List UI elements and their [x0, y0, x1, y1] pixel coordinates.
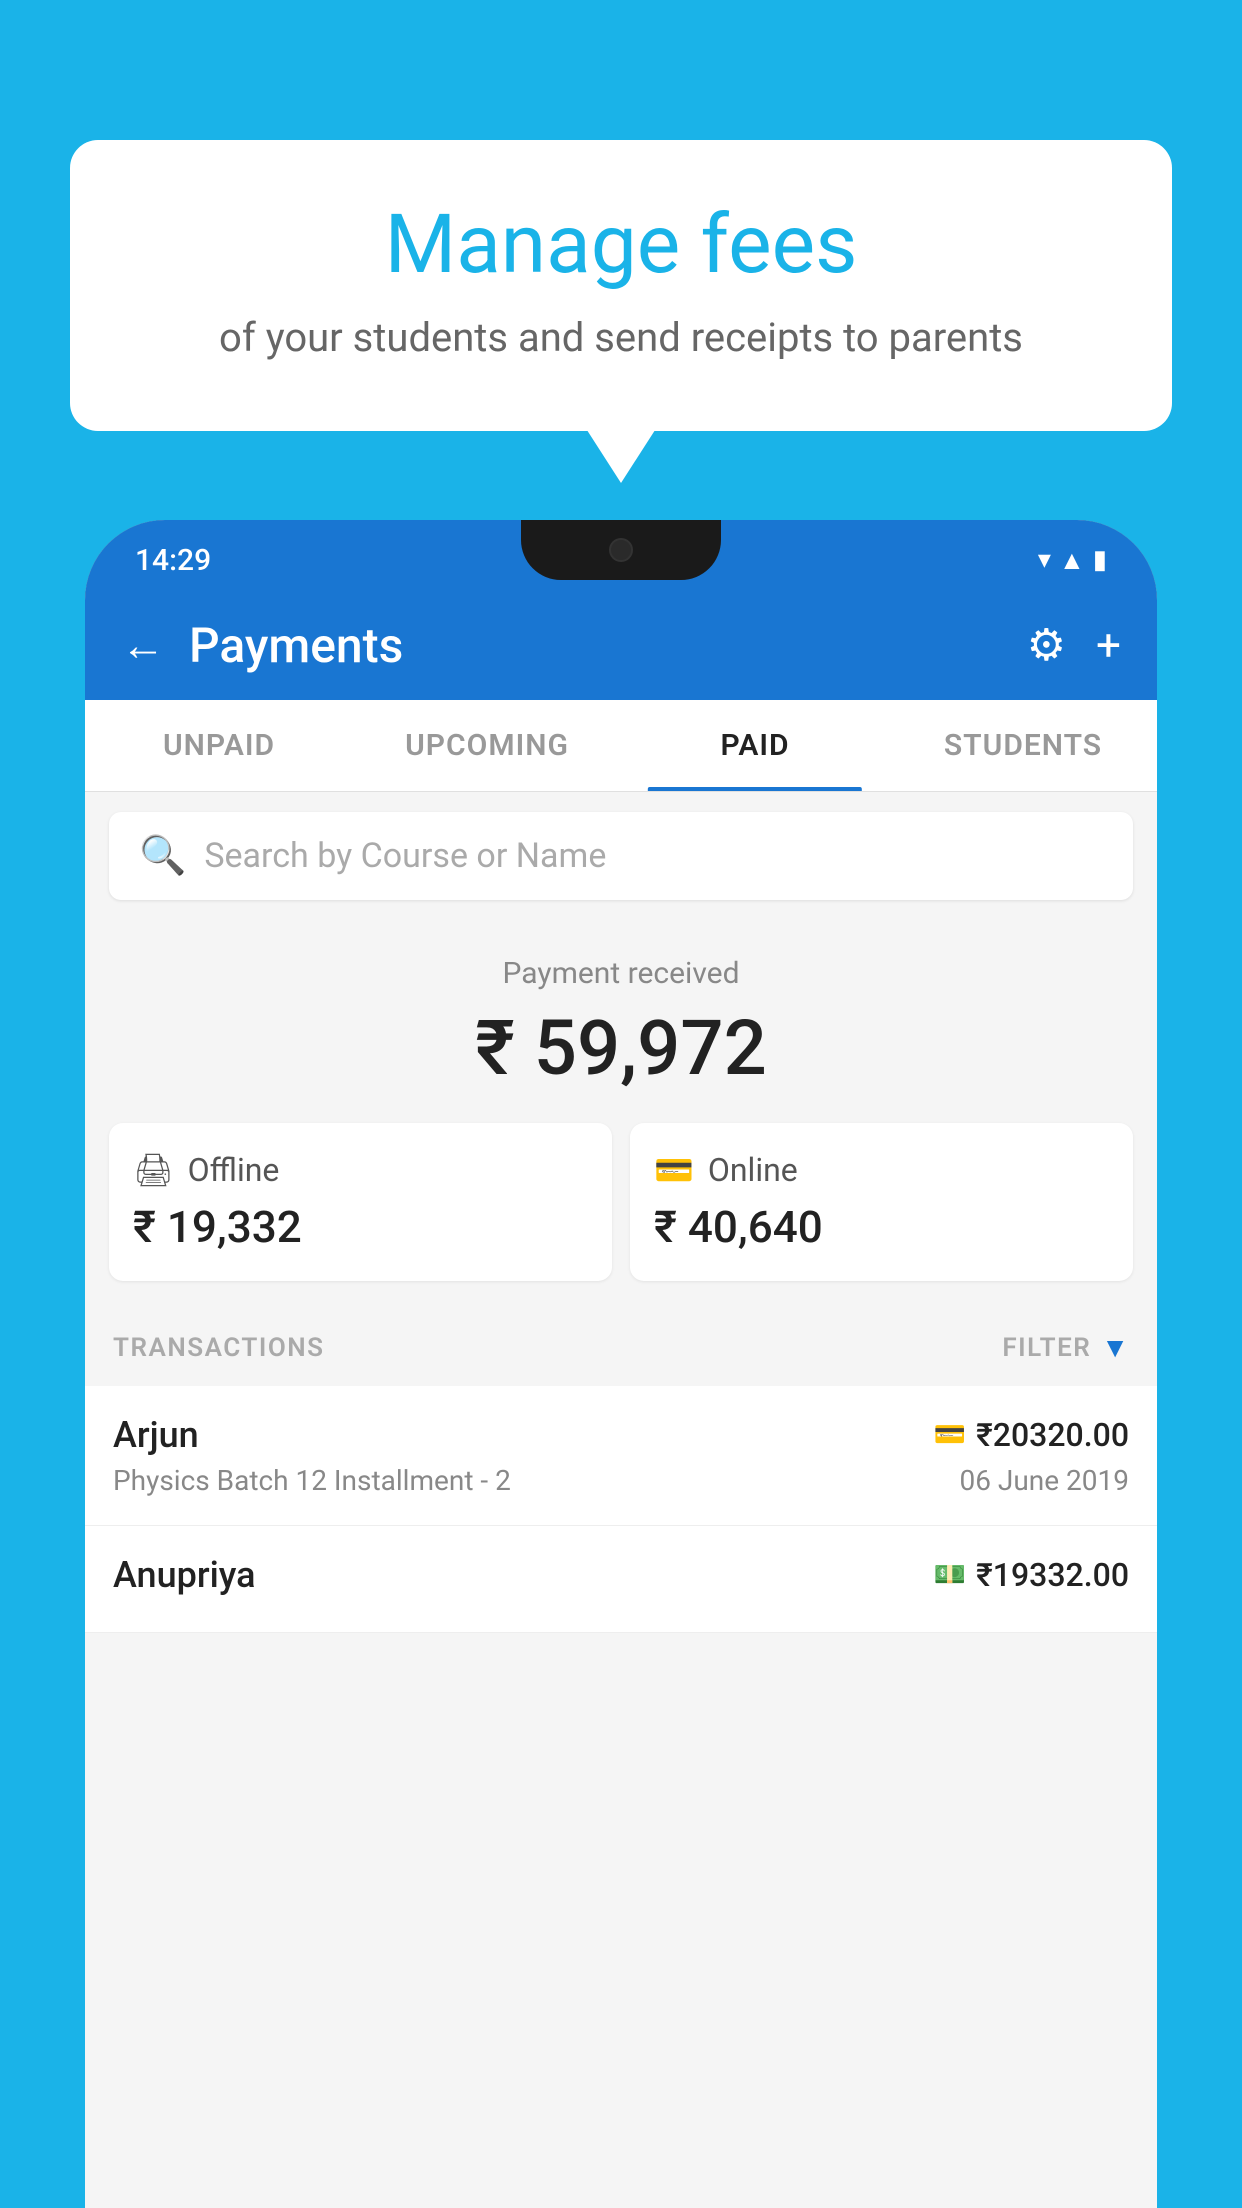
back-button[interactable]: ← — [121, 619, 165, 671]
toolbar-icons: ⚙ + — [1027, 619, 1121, 671]
offline-card: 🖨 Offline ₹ 19,332 — [109, 1123, 612, 1281]
payment-received-label: Payment received — [85, 956, 1157, 991]
tabs-container: UNPAID UPCOMING PAID STUDENTS — [85, 700, 1157, 792]
app-content: 🔍 Search by Course or Name Payment recei… — [85, 792, 1157, 1633]
online-amount: ₹ 40,640 — [654, 1201, 1109, 1253]
transaction-top: Anupriya 💵 ₹19332.00 — [113, 1554, 1129, 1596]
wifi-icon: ▾ — [1038, 545, 1051, 575]
transaction-course: Physics Batch 12 Installment - 2 — [113, 1464, 511, 1497]
signal-icon: ▲ — [1059, 545, 1085, 576]
inner-screen: 14:29 ▾ ▲ ▮ ← Payments ⚙ + UNPAID — [85, 520, 1157, 2208]
phone-container: 14:29 ▾ ▲ ▮ ← Payments ⚙ + UNPAID — [85, 520, 1157, 2208]
transaction-row[interactable]: Arjun 💳 ₹20320.00 Physics Batch 12 Insta… — [85, 1386, 1157, 1526]
app-bar: ← Payments ⚙ + — [85, 590, 1157, 700]
phone-notch — [521, 520, 721, 580]
settings-icon[interactable]: ⚙ — [1027, 619, 1066, 671]
offline-label: Offline — [188, 1151, 280, 1189]
bubble-subtitle: of your students and send receipts to pa… — [150, 314, 1092, 361]
filter-label: FILTER — [1002, 1333, 1091, 1363]
offline-icon: 🖨 — [133, 1151, 174, 1189]
online-card: 💳 Online ₹ 40,640 — [630, 1123, 1133, 1281]
phone-frame: 14:29 ▾ ▲ ▮ ← Payments ⚙ + UNPAID — [85, 520, 1157, 2208]
online-card-header: 💳 Online — [654, 1151, 1109, 1189]
status-time: 14:29 — [135, 543, 211, 578]
transaction-top: Arjun 💳 ₹20320.00 — [113, 1414, 1129, 1456]
tab-paid[interactable]: PAID — [621, 700, 889, 791]
online-label: Online — [708, 1151, 798, 1189]
transaction-method-icon: 💳 — [934, 1420, 966, 1450]
payment-summary: Payment received ₹ 59,972 — [85, 920, 1157, 1123]
payment-cards: 🖨 Offline ₹ 19,332 💳 Online ₹ 40,640 — [85, 1123, 1157, 1309]
search-bar[interactable]: 🔍 Search by Course or Name — [109, 812, 1133, 900]
add-icon[interactable]: + — [1096, 619, 1121, 671]
filter-button[interactable]: FILTER ▼ — [1002, 1331, 1129, 1364]
app-title: Payments — [189, 617, 1003, 674]
transaction-amount: ₹19332.00 — [976, 1556, 1129, 1594]
offline-amount: ₹ 19,332 — [133, 1201, 588, 1253]
speech-bubble-container: Manage fees of your students and send re… — [70, 140, 1172, 431]
online-icon: 💳 — [654, 1151, 694, 1189]
payment-total-amount: ₹ 59,972 — [85, 1003, 1157, 1093]
bubble-title: Manage fees — [150, 200, 1092, 290]
transactions-label: TRANSACTIONS — [113, 1333, 325, 1363]
transaction-name: Anupriya — [113, 1554, 256, 1596]
phone-camera — [609, 538, 633, 562]
battery-icon: ▮ — [1093, 545, 1107, 575]
tab-upcoming[interactable]: UPCOMING — [353, 700, 621, 791]
speech-bubble: Manage fees of your students and send re… — [70, 140, 1172, 431]
search-input-placeholder[interactable]: Search by Course or Name — [204, 836, 606, 876]
transaction-amount: ₹20320.00 — [976, 1416, 1129, 1454]
transaction-row[interactable]: Anupriya 💵 ₹19332.00 — [85, 1526, 1157, 1633]
offline-card-header: 🖨 Offline — [133, 1151, 588, 1189]
transaction-date: 06 June 2019 — [959, 1464, 1129, 1497]
transaction-method-icon: 💵 — [934, 1560, 966, 1590]
search-icon: 🔍 — [139, 834, 186, 878]
transactions-header: TRANSACTIONS FILTER ▼ — [85, 1309, 1157, 1386]
status-icons: ▾ ▲ ▮ — [1038, 545, 1107, 576]
tab-unpaid[interactable]: UNPAID — [85, 700, 353, 791]
transaction-name: Arjun — [113, 1414, 199, 1456]
transaction-amount-wrap: 💵 ₹19332.00 — [934, 1556, 1129, 1594]
tab-students[interactable]: STUDENTS — [889, 700, 1157, 791]
transaction-amount-wrap: 💳 ₹20320.00 — [934, 1416, 1129, 1454]
transaction-bottom: Physics Batch 12 Installment - 2 06 June… — [113, 1464, 1129, 1497]
filter-icon: ▼ — [1101, 1331, 1129, 1364]
